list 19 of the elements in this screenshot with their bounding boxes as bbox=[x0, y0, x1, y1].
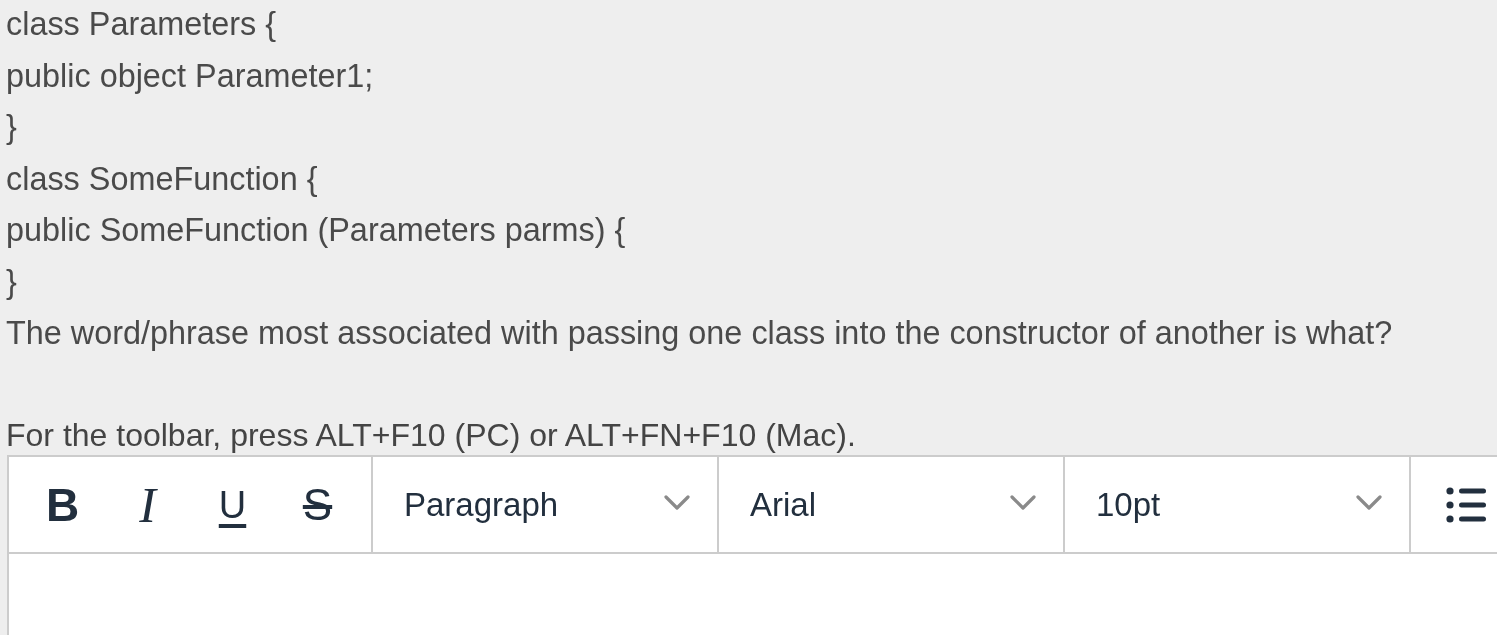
code-line: } bbox=[6, 108, 17, 147]
code-line: } bbox=[6, 262, 17, 302]
strikethrough-button[interactable]: S bbox=[275, 470, 360, 539]
underline-button[interactable]: U bbox=[190, 470, 275, 539]
bullet-list-icon bbox=[1446, 486, 1486, 523]
format-dropdown[interactable]: 10pt bbox=[1065, 457, 1411, 552]
question-text: The word/phrase most associated with passing one class into the constructor of another is what? bbox=[6, 314, 1393, 353]
format-dropdown[interactable]: Paragraph bbox=[373, 457, 719, 552]
code-line: public object Parameter1; bbox=[6, 56, 374, 96]
code-line: public SomeFunction (Parameters parms) { bbox=[6, 211, 626, 250]
code-line: class SomeFunction { bbox=[6, 159, 318, 199]
toolbar-hint: For the toolbar, press ALT+F10 (PC) or ALT+FN+F10 (Mac). bbox=[6, 416, 856, 455]
format-dropdown[interactable]: Arial bbox=[719, 457, 1065, 552]
bold-button[interactable]: B bbox=[20, 470, 105, 539]
code-line: class Parameters { bbox=[6, 5, 277, 44]
chevron-down-icon bbox=[1010, 495, 1036, 510]
chevron-down-icon bbox=[1356, 495, 1382, 510]
chevron-down-icon bbox=[664, 495, 690, 510]
italic-button[interactable]: I bbox=[105, 470, 190, 539]
